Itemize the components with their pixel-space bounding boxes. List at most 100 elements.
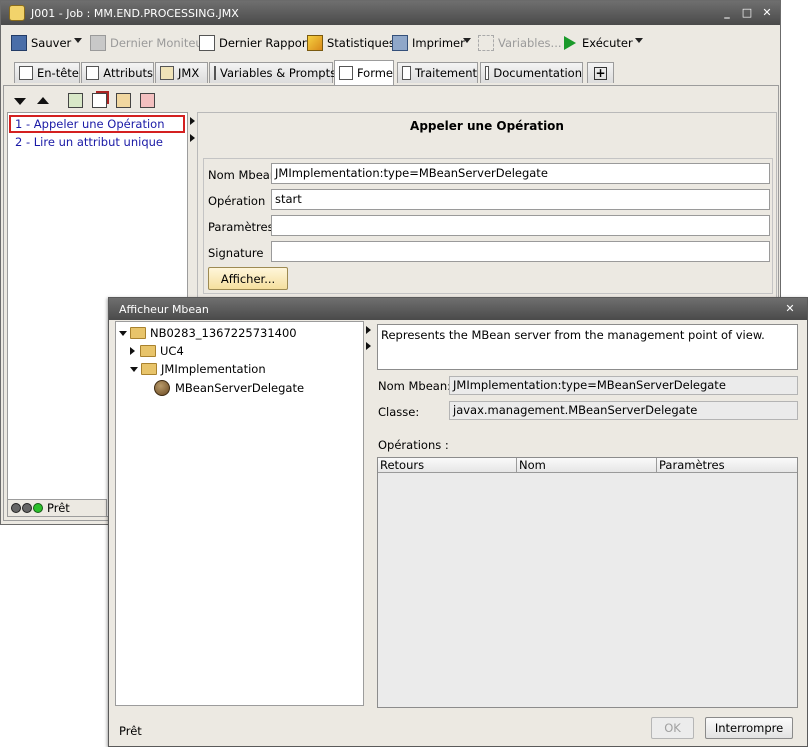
job-window-titlebar[interactable]: J001 - Job : MM.END.PROCESSING.JMX _ □ ✕ bbox=[1, 1, 780, 25]
tab-jmx-label: JMX bbox=[178, 66, 200, 80]
job-status-bar: Prêt bbox=[7, 499, 107, 517]
job-gear-icon bbox=[9, 5, 25, 21]
step-item-1[interactable]: 1 - Appeler une Opération bbox=[9, 115, 185, 133]
mbean-dialog-titlebar[interactable]: Afficheur Mbean ✕ bbox=[109, 298, 807, 320]
last-report-button[interactable]: Dernier Rapport bbox=[199, 34, 311, 52]
tree-node-uc4-label: UC4 bbox=[160, 344, 184, 358]
statistics-label: Statistiques bbox=[327, 36, 395, 50]
dialog-mbean-name-label: Nom Mbean: bbox=[378, 379, 452, 393]
tree-node-mbeanserverdelegate[interactable]: MBeanServerDelegate bbox=[154, 380, 304, 396]
tab-jmx[interactable]: JMX bbox=[155, 62, 208, 83]
minimize-button[interactable]: _ bbox=[720, 6, 734, 20]
print-button[interactable]: Imprimer bbox=[392, 34, 465, 52]
form-title: Appeler une Opération bbox=[410, 119, 564, 133]
execute-button[interactable]: Exécuter bbox=[564, 34, 633, 52]
add-step-icon[interactable] bbox=[68, 93, 83, 108]
tab-attributes-label: Attributs bbox=[103, 66, 153, 80]
split-collapse-arrow-icon[interactable] bbox=[366, 326, 371, 334]
tree-node-jmimplementation-label: JMImplementation bbox=[161, 362, 266, 376]
tab-variables-label: Variables & Prompts bbox=[220, 66, 337, 80]
parameters-input[interactable] bbox=[271, 215, 770, 236]
tree-root[interactable]: NB0283_1367225731400 bbox=[119, 326, 297, 340]
tab-processing[interactable]: Traitement bbox=[397, 62, 478, 83]
documentation-icon bbox=[485, 66, 490, 80]
signature-input[interactable] bbox=[271, 241, 770, 262]
dialog-close-button[interactable]: ✕ bbox=[783, 302, 797, 316]
traffic-light-icon bbox=[11, 503, 43, 513]
close-button[interactable]: ✕ bbox=[760, 6, 774, 20]
tab-documentation[interactable]: Documentation bbox=[480, 62, 583, 83]
open-folder-icon bbox=[141, 363, 157, 375]
mbean-dialog-title: Afficheur Mbean bbox=[119, 303, 209, 316]
chart-icon bbox=[307, 35, 323, 51]
job-window-title: J001 - Job : MM.END.PROCESSING.JMX bbox=[31, 7, 239, 20]
tab-form[interactable]: Forme bbox=[334, 60, 394, 85]
job-status-text: Prêt bbox=[47, 501, 70, 515]
delete-step-icon[interactable] bbox=[140, 93, 155, 108]
tab-header-label: En-tête bbox=[37, 66, 79, 80]
mbean-viewer-dialog: Afficheur Mbean ✕ NB0283_1367225731400 U… bbox=[108, 297, 808, 747]
java-cup-icon bbox=[160, 66, 174, 80]
operations-label: Opérations : bbox=[378, 438, 449, 452]
dialog-status-text: Prêt bbox=[119, 724, 142, 738]
coffee-bean-icon bbox=[154, 380, 170, 396]
print-label: Imprimer bbox=[412, 36, 465, 50]
tab-variables-prompts[interactable]: Variables & Prompts bbox=[209, 62, 337, 83]
last-monitor-label: Dernier Moniteur bbox=[110, 36, 208, 50]
report-icon bbox=[199, 35, 215, 51]
execute-dropdown-arrow[interactable] bbox=[635, 38, 643, 43]
mbean-name-input[interactable]: JMImplementation:type=MBeanServerDelegat… bbox=[271, 163, 770, 184]
save-button[interactable]: Sauver bbox=[11, 34, 71, 52]
variables-button[interactable]: Variables... bbox=[478, 34, 562, 52]
form-edit-icon bbox=[339, 66, 353, 80]
copy-step-icon[interactable] bbox=[92, 93, 107, 108]
add-tab-button[interactable]: + bbox=[587, 62, 614, 83]
operation-label: Opération bbox=[208, 194, 266, 208]
pencil-icon bbox=[86, 66, 100, 80]
last-report-label: Dernier Rapport bbox=[219, 36, 312, 50]
tree-node-uc4[interactable]: UC4 bbox=[130, 344, 184, 358]
tab-processing-label: Traitement bbox=[415, 66, 477, 80]
tree-root-label: NB0283_1367225731400 bbox=[150, 326, 297, 340]
printer-icon bbox=[392, 35, 408, 51]
save-label: Sauver bbox=[31, 36, 72, 50]
mbean-tree: NB0283_1367225731400 UC4 JMImplementatio… bbox=[115, 321, 364, 706]
expand-arrow-icon[interactable] bbox=[190, 134, 195, 142]
print-dropdown-arrow[interactable] bbox=[463, 38, 471, 43]
header-icon bbox=[19, 66, 33, 80]
folder-icon bbox=[140, 345, 156, 357]
column-header-parameters[interactable]: Paramètres bbox=[657, 458, 797, 473]
edit-step-icon[interactable] bbox=[116, 93, 131, 108]
operation-input[interactable]: start bbox=[271, 189, 770, 210]
variables-label: Variables... bbox=[498, 36, 562, 50]
operations-table: Retours Nom Paramètres bbox=[377, 457, 798, 708]
collapse-arrow-icon[interactable] bbox=[190, 117, 195, 125]
open-folder-icon bbox=[130, 327, 146, 339]
expanded-arrow-icon bbox=[119, 330, 127, 336]
variables-icon bbox=[478, 35, 494, 51]
plus-icon: + bbox=[594, 65, 607, 80]
move-up-icon[interactable] bbox=[37, 97, 49, 104]
play-icon bbox=[564, 36, 576, 50]
tree-node-jmimplementation[interactable]: JMImplementation bbox=[130, 362, 266, 376]
tab-form-label: Forme bbox=[356, 66, 393, 80]
move-down-icon[interactable] bbox=[14, 98, 26, 105]
tab-documentation-label: Documentation bbox=[493, 66, 582, 80]
tab-header[interactable]: En-tête bbox=[14, 62, 80, 83]
tree-node-mbeanserverdelegate-label: MBeanServerDelegate bbox=[175, 381, 305, 395]
tab-attributes[interactable]: Attributs bbox=[81, 62, 154, 83]
display-button[interactable]: Afficher... bbox=[208, 267, 288, 290]
save-dropdown-arrow[interactable] bbox=[74, 38, 82, 43]
maximize-button[interactable]: □ bbox=[740, 6, 754, 20]
ok-button[interactable]: OK bbox=[651, 717, 694, 739]
split-expand-arrow-icon[interactable] bbox=[366, 342, 371, 350]
interrupt-button[interactable]: Interrompre bbox=[705, 717, 793, 739]
column-header-name[interactable]: Nom bbox=[517, 458, 657, 473]
signature-label: Signature bbox=[208, 246, 264, 260]
mbean-description: Represents the MBean server from the man… bbox=[377, 324, 798, 370]
step-item-2[interactable]: 2 - Lire un attribut unique bbox=[15, 134, 163, 150]
dialog-mbean-name-value: JMImplementation:type=MBeanServerDelegat… bbox=[449, 376, 798, 395]
last-monitor-button[interactable]: Dernier Moniteur bbox=[90, 34, 207, 52]
statistics-button[interactable]: Statistiques bbox=[307, 34, 395, 52]
column-header-returns[interactable]: Retours bbox=[378, 458, 517, 473]
